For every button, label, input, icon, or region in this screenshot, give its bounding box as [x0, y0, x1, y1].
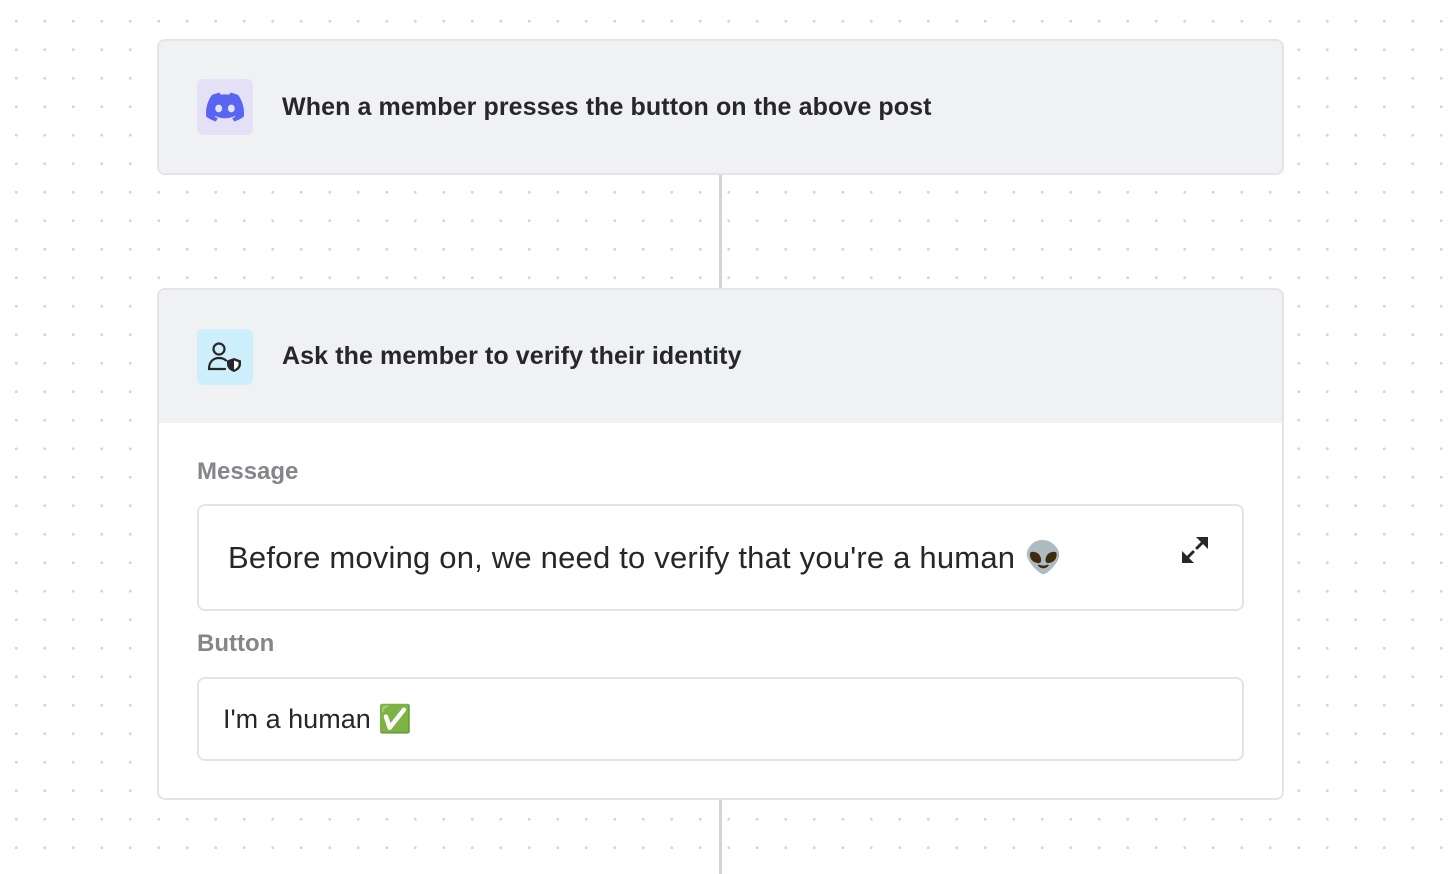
user-shield-icon — [197, 328, 253, 385]
trigger-step-header[interactable]: When a member presses the button on the … — [159, 41, 1282, 173]
user-shield-glyph — [207, 341, 241, 372]
verify-step-body: Message Before moving on, we need to ver… — [159, 423, 1282, 761]
discord-icon — [197, 79, 253, 135]
button-text-value[interactable]: I'm a human ✅ — [223, 703, 412, 735]
trigger-title: When a member presses the button on the … — [282, 92, 932, 121]
verify-title: Ask the member to verify their identity — [282, 342, 742, 370]
message-value[interactable]: Before moving on, we need to verify that… — [228, 539, 1063, 576]
message-field[interactable]: Before moving on, we need to verify that… — [197, 504, 1244, 611]
flow-connector — [719, 174, 722, 290]
expand-icon[interactable] — [1178, 533, 1212, 567]
discord-logo — [206, 92, 244, 122]
button-label: Button — [197, 630, 275, 657]
verify-step-card[interactable]: Ask the member to verify their identity … — [157, 288, 1284, 800]
trigger-step-card[interactable]: When a member presses the button on the … — [157, 39, 1284, 175]
verify-step-header[interactable]: Ask the member to verify their identity — [159, 290, 1282, 423]
message-label: Message — [197, 458, 299, 485]
flow-connector — [719, 798, 722, 874]
button-text-field[interactable]: I'm a human ✅ — [197, 677, 1244, 761]
